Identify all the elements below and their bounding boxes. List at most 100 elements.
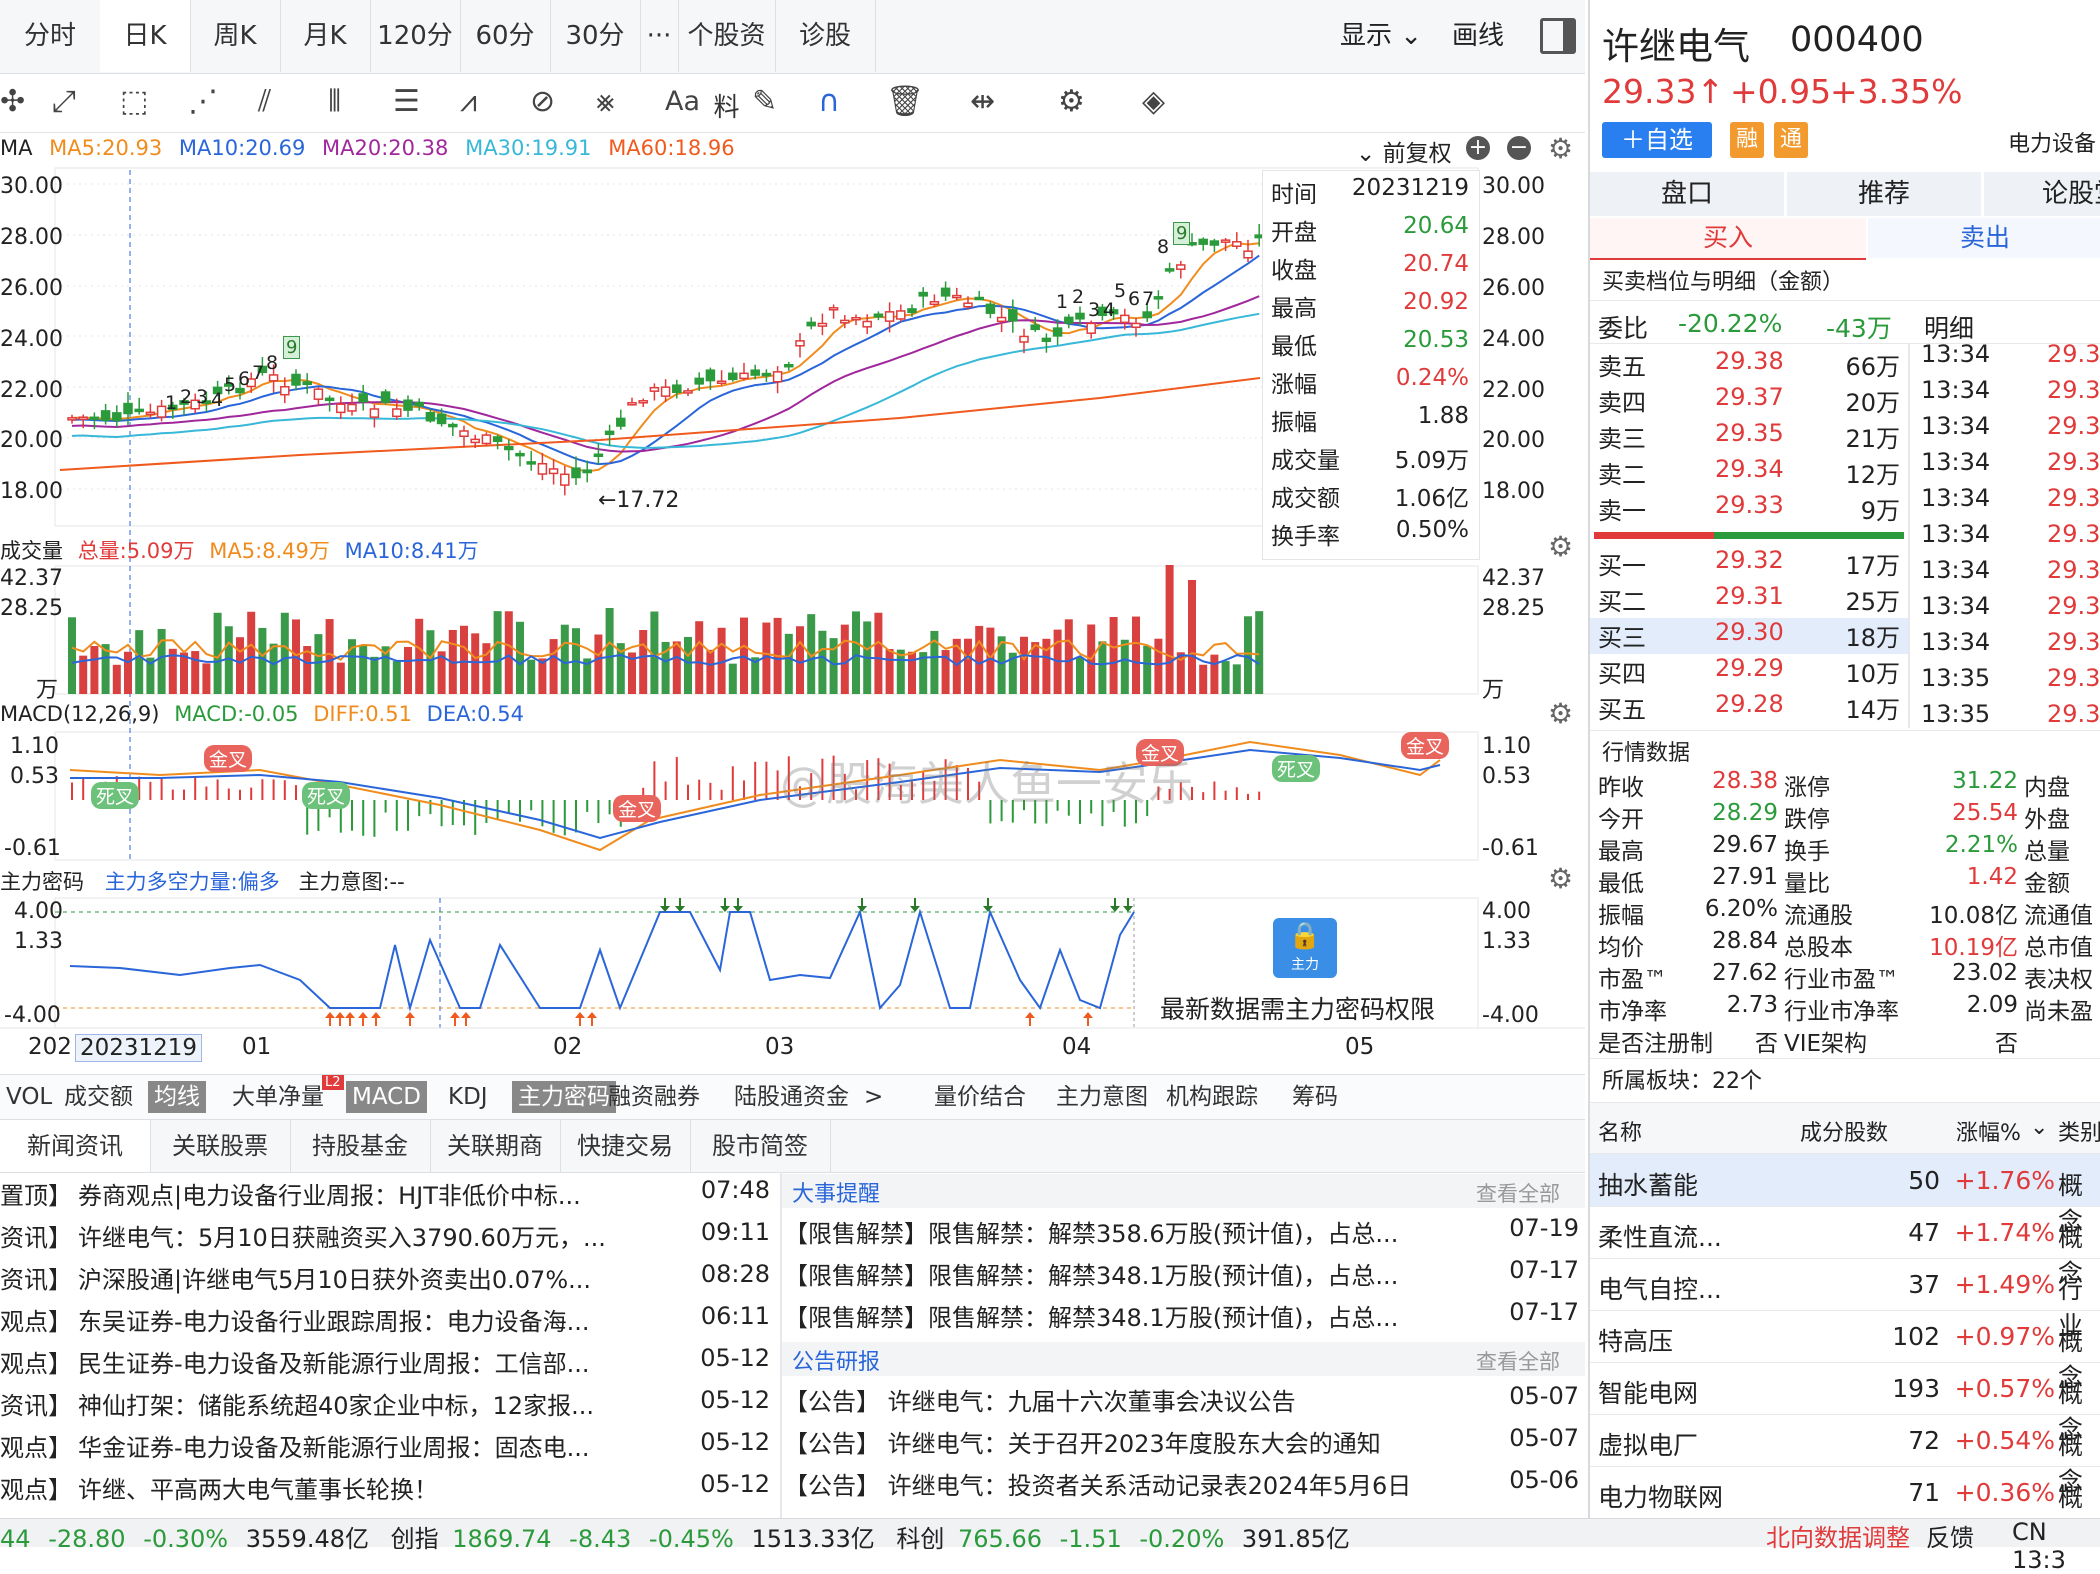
northbound-notice[interactable]: 北向数据调整 <box>1766 1518 1910 1553</box>
text-tool-icon[interactable]: Aa <box>665 86 700 117</box>
connect-badge[interactable]: 通 <box>1774 122 1808 158</box>
ask-level[interactable]: 卖四 29.37 20万 <box>1590 383 1908 419</box>
event-item[interactable]: 【限售解禁】限售解禁：解禁348.1万股(预计值)，占总... 07-17 <box>780 1256 1589 1298</box>
indicator-tab-7[interactable]: 融资融券 <box>602 1081 706 1113</box>
buy-tab[interactable]: 买入 <box>1590 218 1866 260</box>
industry-tag[interactable]: 电力设备 <box>2008 126 2096 158</box>
sector-row[interactable]: 电力物联网 71 +0.36%概念 <box>1590 1466 2100 1518</box>
ask-level[interactable]: 卖一 29.33 9万 <box>1590 491 1908 527</box>
announcement-item[interactable]: 【公告】 许继电气：投资者关系活动记录表2024年5月6日 05-06 <box>780 1466 1589 1508</box>
rectangle-tool-icon[interactable]: ⬚ <box>120 84 148 119</box>
period-tab-3[interactable]: 月K <box>280 0 371 72</box>
period-tab-8[interactable]: 个股资料 <box>678 0 776 123</box>
panel-toggle-icon[interactable] <box>1540 18 1576 54</box>
announcement-item[interactable]: 【公告】 许继电气：关于召开2023年度股东大会的通知 05-07 <box>780 1424 1589 1466</box>
indicator-tab-12[interactable]: 机构跟踪 <box>1160 1081 1264 1113</box>
adjust-dropdown[interactable]: ⌄ 前复权 <box>1356 134 1452 168</box>
layers-icon[interactable]: ◈ <box>1142 84 1165 119</box>
sector-row[interactable]: 电气自控... 37 +1.49% 行业 <box>1590 1258 2100 1340</box>
period-tab-7[interactable]: ··· <box>640 0 679 72</box>
sector-row[interactable]: 智能电网 193 +0.57% 概念 <box>1590 1362 2100 1444</box>
sector-row[interactable]: 抽水蓄能 50 +1.76% 概念 <box>1590 1154 2100 1236</box>
event-item[interactable]: 【限售解禁】限售解禁：解禁348.1万股(预计值)，占总... 07-17 <box>780 1298 1589 1340</box>
crosshair-icon[interactable]: ✣ <box>0 84 25 119</box>
chinext-label[interactable]: 创指 <box>391 1525 439 1553</box>
right-tab-2[interactable]: 论股堂 <box>1984 172 2100 216</box>
indicator-tab-4[interactable]: MACD <box>346 1081 427 1113</box>
fib-lines-icon[interactable]: ☰ <box>393 84 420 119</box>
col-pct[interactable]: 涨幅% <box>1956 1115 2021 1147</box>
news-item[interactable]: 观点】 许继、平高两大电气董事长轮换！ 05-12 <box>0 1470 780 1512</box>
bid-level[interactable]: 买二 29.31 25万 <box>1590 582 1908 618</box>
news-tab-4[interactable]: 快捷交易 <box>560 1120 691 1172</box>
news-tab-0[interactable]: 新闻资讯 <box>0 1120 151 1172</box>
star-label[interactable]: 科创 <box>896 1525 944 1553</box>
ask-level[interactable]: 卖二 29.34 12万 <box>1590 455 1908 491</box>
indicator-tab-9[interactable]: > <box>858 1081 889 1113</box>
sector-row[interactable]: 柔性直流... 47 +1.74% 概念 <box>1590 1206 2100 1288</box>
period-tab-5[interactable]: 60分 <box>460 0 551 72</box>
bid-level[interactable]: 买四 29.29 10万 <box>1590 654 1908 690</box>
period-tab-4[interactable]: 120分 <box>370 0 461 72</box>
zoom-in-icon[interactable]: + <box>1466 136 1490 160</box>
vertical-lines-icon[interactable]: ⦀ <box>328 84 341 119</box>
announcement-item[interactable]: 【公告】 许继电气：九届十六次董事会决议公告 05-07 <box>780 1382 1589 1424</box>
news-item[interactable]: 观点】 民生证券-电力设备及新能源行业周报：工信部... 05-12 <box>0 1344 780 1386</box>
indicator-tab-3[interactable]: 大单净量 <box>226 1081 330 1113</box>
margin-badge[interactable]: 融 <box>1730 122 1764 158</box>
draw-line-button[interactable]: 画线 <box>1452 0 1504 72</box>
announcements-view-all[interactable]: 查看全部 <box>1476 1346 1560 1376</box>
eraser-icon[interactable]: ✎ <box>752 84 777 119</box>
cycle-tool-icon[interactable]: ⊘ <box>530 84 555 119</box>
news-tab-3[interactable]: 关联期商 <box>430 1120 561 1172</box>
wave-tool-icon[interactable]: ⩘ <box>460 84 477 119</box>
col-type[interactable]: 类别 <box>2058 1115 2100 1147</box>
indicator-tab-13[interactable]: 筹码 <box>1286 1081 1344 1113</box>
news-item[interactable]: 资讯】 神仙打架：储能系统超40家企业中标，12家报... 05-12 <box>0 1386 780 1428</box>
news-item[interactable]: 资讯】 沪深股通|许继电气5月10日获外资卖出0.07%... 08:28 <box>0 1260 780 1302</box>
event-item[interactable]: 【限售解禁】限售解禁：解禁358.6万股(预计值)，占总... 07-19 <box>780 1214 1589 1256</box>
trash-icon[interactable]: 🗑 <box>886 84 924 119</box>
news-item[interactable]: 置顶】 券商观点|电力设备行业周报：HJT非低价中标... 07:48 <box>0 1176 780 1218</box>
fan-tool-icon[interactable]: ⋰ <box>188 84 218 119</box>
indicator-tab-6[interactable]: 主力密码 <box>512 1081 616 1113</box>
sell-tab[interactable]: 卖出 <box>1868 218 2100 258</box>
zhuli-settings-icon[interactable]: ⚙ <box>1548 862 1573 895</box>
split-icon[interactable]: ⇹ <box>970 84 995 119</box>
feedback-button[interactable]: 反馈 <box>1926 1518 1974 1553</box>
bid-level[interactable]: 买一 29.32 17万 <box>1590 546 1908 582</box>
news-tab-5[interactable]: 股市简签 <box>690 1120 831 1172</box>
period-tab-0[interactable]: 分时 <box>0 0 101 72</box>
main-chart-settings-icon[interactable]: ⚙ <box>1548 132 1573 165</box>
news-item[interactable]: 资讯】 许继电气：5月10日获融资买入3790.60万元，... 09:11 <box>0 1218 780 1260</box>
sort-desc-icon[interactable]: ⌄ <box>2030 1115 2048 1140</box>
indicator-tab-0[interactable]: VOL <box>0 1081 58 1113</box>
gann-tool-icon[interactable]: ⨳ <box>596 84 615 119</box>
add-watchlist-button[interactable]: ＋自选 <box>1602 122 1712 158</box>
volume-settings-icon[interactable]: ⚙ <box>1548 530 1573 563</box>
period-tab-1[interactable]: 日K <box>100 0 191 72</box>
indicator-tab-1[interactable]: 成交额 <box>58 1081 139 1113</box>
period-tab-9[interactable]: 诊股 <box>775 0 876 72</box>
magnet-icon[interactable]: ∩ <box>818 84 840 119</box>
indicator-tab-8[interactable]: 陆股通资金 <box>728 1081 855 1113</box>
lock-icon[interactable]: 🔒 主力 <box>1273 918 1337 978</box>
events-view-all[interactable]: 查看全部 <box>1476 1178 1560 1208</box>
news-item[interactable]: 观点】 华金证券-电力设备及新能源行业周报：固态电... 05-12 <box>0 1428 780 1470</box>
bid-level[interactable]: 买三 29.30 18万 <box>1590 618 1908 654</box>
macd-settings-icon[interactable]: ⚙ <box>1548 697 1573 730</box>
line-tool-icon[interactable]: ⤢ <box>52 84 76 119</box>
indicator-tab-11[interactable]: 主力意图 <box>1050 1081 1154 1113</box>
col-name[interactable]: 名称 <box>1598 1115 1642 1147</box>
bid-level[interactable]: 买五 29.28 14万 <box>1590 690 1908 726</box>
sector-row[interactable]: 虚拟电厂 72 +0.54% 概念 <box>1590 1414 2100 1496</box>
news-item[interactable]: 观点】 东吴证券-电力设备行业跟踪周报：电力设备海... 06:11 <box>0 1302 780 1344</box>
news-tab-1[interactable]: 关联股票 <box>150 1120 291 1172</box>
right-tab-1[interactable]: 推荐 <box>1787 172 1983 216</box>
indicator-tab-10[interactable]: 量价结合 <box>928 1081 1032 1113</box>
settings-gear-icon[interactable]: ⚙ <box>1058 84 1085 119</box>
right-tab-0[interactable]: 盘口 <box>1590 172 1786 216</box>
ask-level[interactable]: 卖五 29.38 66万 <box>1590 347 1908 383</box>
col-count[interactable]: 成分股数 <box>1800 1115 1888 1147</box>
period-tab-6[interactable]: 30分 <box>550 0 641 72</box>
